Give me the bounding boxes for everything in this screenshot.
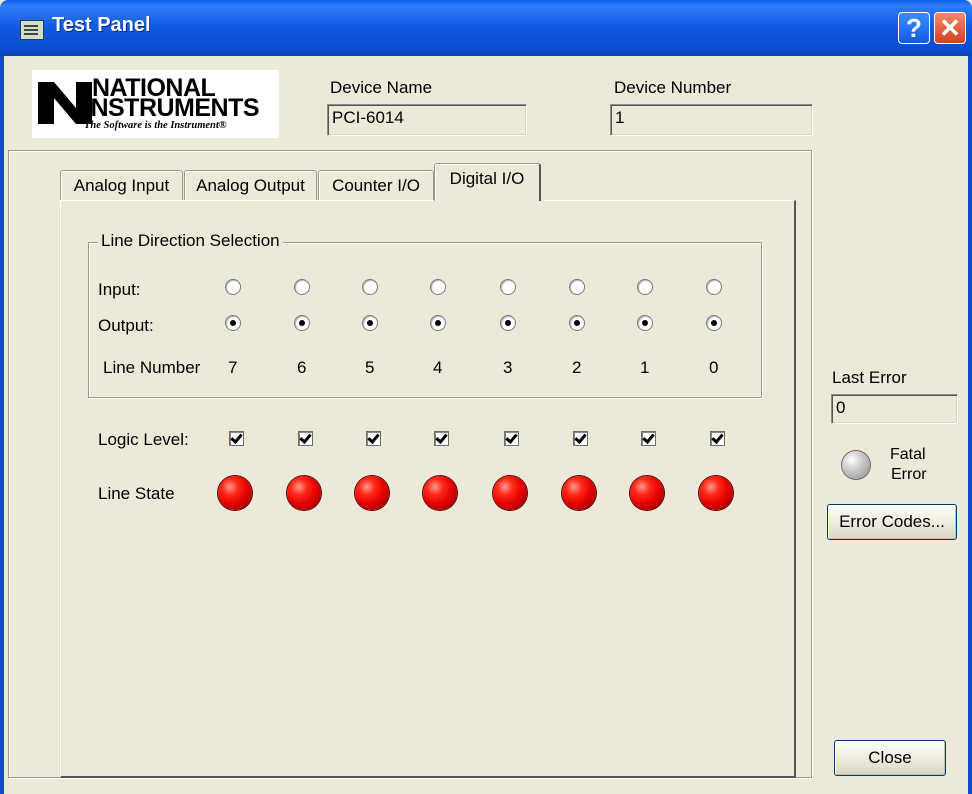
line-number-3: 3 [503, 358, 513, 377]
input-radio-line-3[interactable] [500, 279, 516, 295]
line-state-led-7 [218, 476, 252, 510]
output-radio-line-3[interactable] [500, 315, 516, 331]
line-state-led-5 [355, 476, 389, 510]
line-number-6: 6 [297, 358, 307, 377]
window-frame-left [0, 56, 4, 794]
tab-analog-output[interactable]: Analog Output [184, 170, 317, 200]
logic-level-checkbox-line-3[interactable] [504, 431, 519, 446]
logic-level-checkbox-line-2[interactable] [573, 431, 588, 446]
line-state-led-2 [562, 476, 596, 510]
logic-level-label: Logic Level: [98, 430, 189, 449]
output-radio-line-1[interactable] [637, 315, 653, 331]
fatal-error-indicator [842, 451, 870, 479]
logic-level-checkbox-line-1[interactable] [641, 431, 656, 446]
fatal-label-line1: Fatal [890, 446, 926, 463]
output-radio-line-0[interactable] [706, 315, 722, 331]
last-error-field: 0 [831, 394, 958, 424]
output-row-label: Output: [98, 316, 154, 335]
help-button[interactable]: ? [898, 12, 930, 44]
device-number-field: 1 [610, 104, 813, 136]
close-window-button[interactable]: ✕ [934, 12, 966, 44]
last-error-label: Last Error [832, 368, 907, 387]
line-number-0: 0 [709, 358, 719, 377]
window-frame-right [968, 56, 972, 794]
logic-level-checkbox-line-0[interactable] [710, 431, 725, 446]
line-state-led-3 [493, 476, 527, 510]
line-number-label: Line Number [103, 358, 201, 377]
line-state-led-4 [423, 476, 457, 510]
logo-tagline: The Software is the Instrument® [84, 120, 227, 131]
logic-level-checkbox-line-6[interactable] [298, 431, 313, 446]
close-button[interactable]: Close [834, 740, 946, 776]
input-radio-line-7[interactable] [225, 279, 241, 295]
national-instruments-logo: NATIONAL INSTRUMENTS The Software is the… [32, 70, 279, 138]
output-radio-line-2[interactable] [569, 315, 585, 331]
logic-level-checkbox-line-7[interactable] [229, 431, 244, 446]
logic-level-checkbox-line-5[interactable] [366, 431, 381, 446]
device-name-field: PCI-6014 [327, 104, 527, 136]
line-state-led-1 [630, 476, 664, 510]
input-radio-line-4[interactable] [430, 279, 446, 295]
line-number-7: 7 [228, 358, 238, 377]
logic-level-checkbox-line-4[interactable] [434, 431, 449, 446]
input-radio-line-5[interactable] [362, 279, 378, 295]
input-row-label: Input: [98, 280, 141, 299]
device-name-label: Device Name [330, 78, 433, 97]
line-number-5: 5 [365, 358, 375, 377]
output-radio-line-5[interactable] [362, 315, 378, 331]
line-number-2: 2 [572, 358, 582, 377]
error-codes-button[interactable]: Error Codes... [827, 504, 957, 540]
input-radio-line-1[interactable] [637, 279, 653, 295]
input-radio-line-0[interactable] [706, 279, 722, 295]
output-radio-line-7[interactable] [225, 315, 241, 331]
line-state-led-6 [287, 476, 321, 510]
input-radio-line-2[interactable] [569, 279, 585, 295]
line-state-label: Line State [98, 484, 175, 503]
tab-counter-io[interactable]: Counter I/O [318, 170, 434, 200]
output-radio-line-4[interactable] [430, 315, 446, 331]
input-radio-line-6[interactable] [294, 279, 310, 295]
app-icon [20, 20, 44, 40]
output-radio-line-6[interactable] [294, 315, 310, 331]
tab-digital-io[interactable]: Digital I/O [434, 163, 541, 201]
tab-analog-input[interactable]: Analog Input [60, 170, 183, 200]
window-title: Test Panel [52, 14, 151, 36]
line-number-4: 4 [433, 358, 443, 377]
device-number-label: Device Number [614, 78, 732, 97]
line-state-led-0 [699, 476, 733, 510]
logo-line2: INSTRUMENTS [84, 94, 260, 122]
fatal-label-line2: Error [891, 466, 927, 483]
line-number-1: 1 [640, 358, 650, 377]
line-direction-legend: Line Direction Selection [98, 231, 283, 251]
